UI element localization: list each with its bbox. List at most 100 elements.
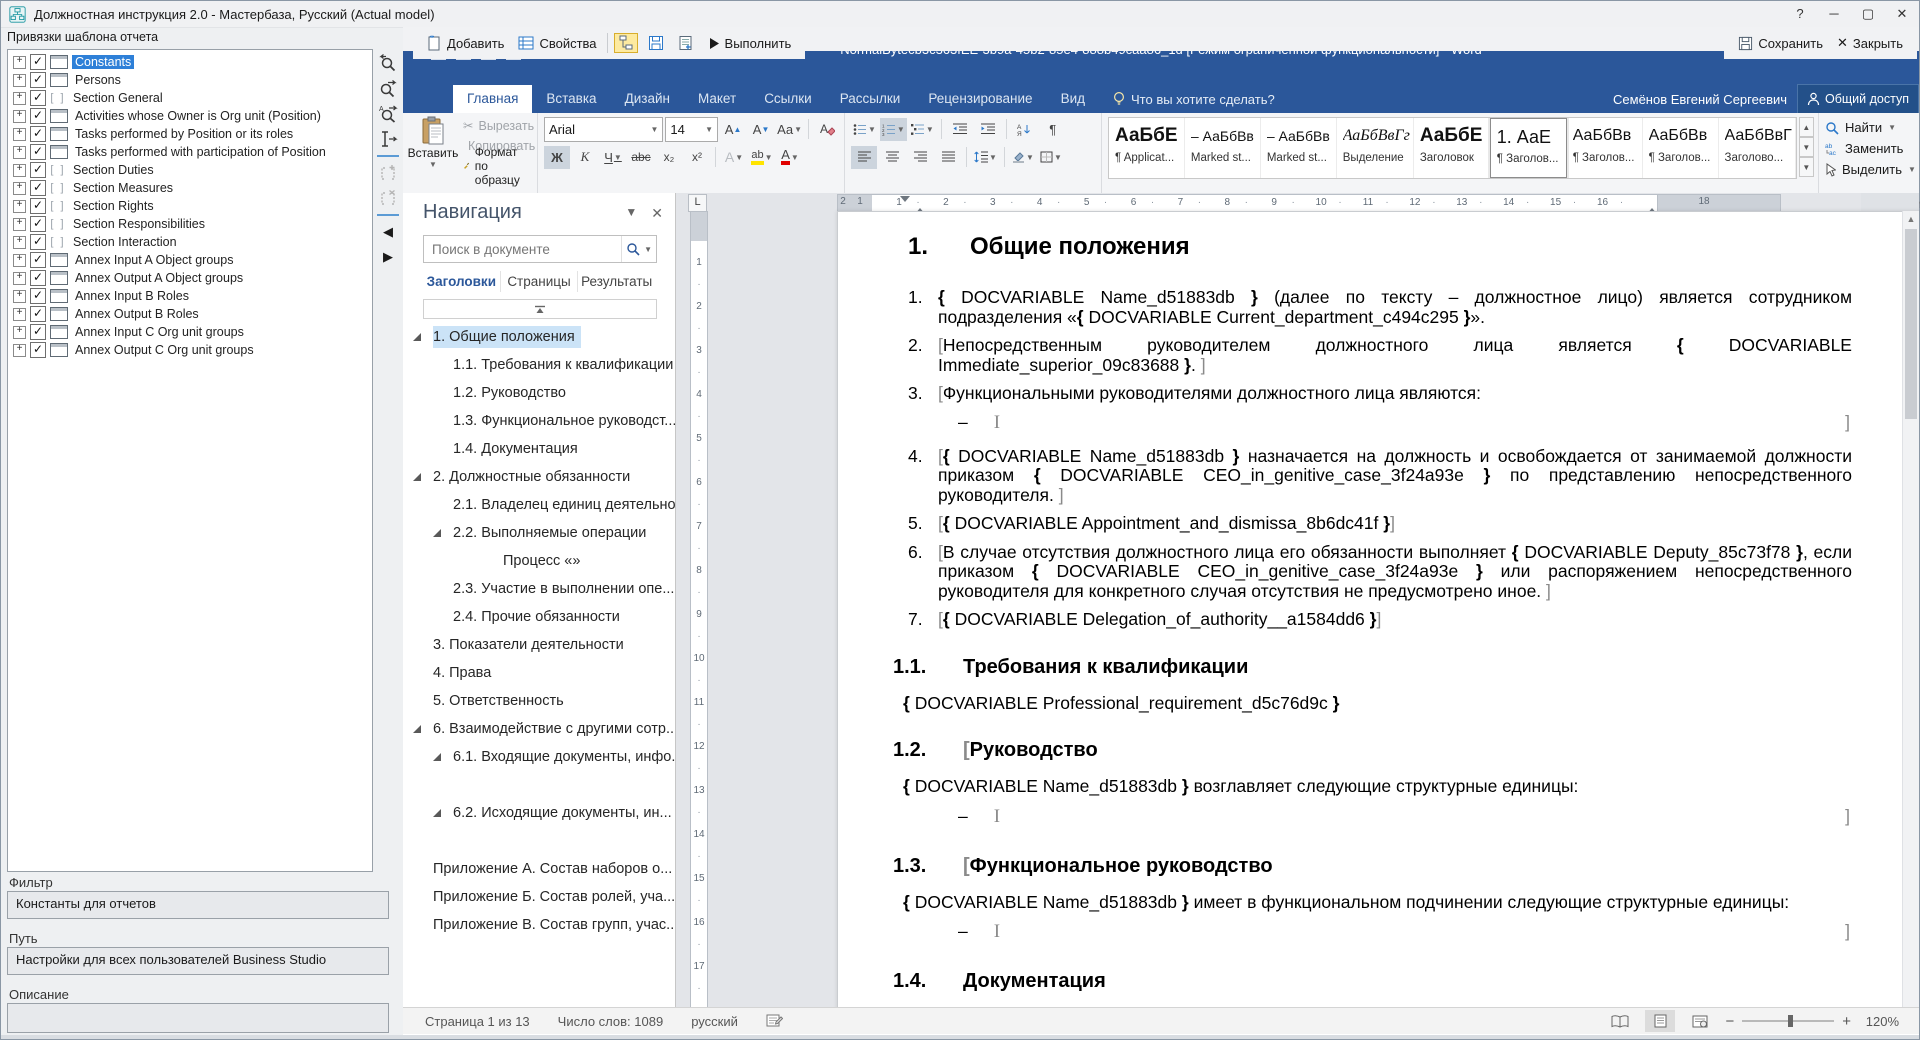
nav-item[interactable]: 1.2. Руководство: [403, 379, 675, 407]
close-document-button[interactable]: ✕ Закрыть: [1833, 33, 1907, 53]
document-page[interactable]: 1.Общие положения1.{ DOCVARIABLE Name_d5…: [837, 211, 1919, 1007]
minimize-button[interactable]: ─: [1817, 2, 1851, 26]
style-card[interactable]: 1. АаЕ¶ Заголов...: [1490, 118, 1567, 178]
first-line-indent-marker[interactable]: [900, 196, 910, 207]
tab-Вставка[interactable]: Вставка: [532, 85, 610, 113]
tree-item[interactable]: +✓[ ]Section Rights: [8, 197, 372, 215]
style-card[interactable]: АаБбВвГЗаголово...: [1719, 118, 1796, 178]
shading-button[interactable]: ▼: [1010, 146, 1036, 169]
nav-item[interactable]: 2.3. Участие в выполнении опе...: [403, 575, 675, 603]
numbering-button[interactable]: 123▼: [880, 118, 907, 141]
nav-item[interactable]: 1. Общие положения: [403, 323, 675, 351]
text-effects-button[interactable]: A▼: [721, 146, 747, 169]
bold-button[interactable]: Ж: [544, 146, 570, 169]
tab-Рассылки[interactable]: Рассылки: [826, 85, 915, 113]
tree-item[interactable]: +✓Annex Input C Org unit groups: [8, 323, 372, 341]
expand-icon[interactable]: +: [13, 182, 26, 195]
nav-item[interactable]: 2.4. Прочие обязанности: [403, 603, 675, 631]
paste-button[interactable]: Вставить ▼: [409, 116, 457, 174]
subscript-button[interactable]: x₂: [656, 146, 682, 169]
find-next-binding-icon[interactable]: [376, 78, 400, 100]
description-field[interactable]: [7, 1003, 389, 1033]
tab-Рецензирование[interactable]: Рецензирование: [914, 85, 1046, 113]
style-card[interactable]: АаБбЕ¶ Applicat...: [1109, 118, 1185, 178]
style-card[interactable]: АаБбВв¶ Заголов...: [1643, 118, 1719, 178]
borders-button[interactable]: ▼: [1038, 146, 1064, 169]
tree-item[interactable]: +✓[ ]Section Duties: [8, 161, 372, 179]
read-mode-button[interactable]: [1605, 1010, 1635, 1032]
nav-item[interactable]: Приложение А. Состав наборов о...: [403, 855, 675, 883]
change-case-button[interactable]: Aa▼: [776, 118, 803, 141]
tree-item[interactable]: +✓[ ]Section Measures: [8, 179, 372, 197]
tree-item[interactable]: +✓Annex Output B Roles: [8, 305, 372, 323]
nav-item[interactable]: 1.1. Требования к квалификации: [403, 351, 675, 379]
print-layout-button[interactable]: [1645, 1010, 1675, 1032]
page-indicator[interactable]: Страница 1 из 13: [425, 1014, 530, 1029]
tree-item[interactable]: +✓[ ]Section General: [8, 89, 372, 107]
checkbox[interactable]: ✓: [30, 162, 46, 178]
tree-item[interactable]: +✓Tasks performed with participation of …: [8, 143, 372, 161]
run-button[interactable]: Выполнить: [704, 34, 796, 53]
close-button[interactable]: ✕: [1885, 2, 1919, 26]
font-color-button[interactable]: А▼: [777, 146, 803, 169]
cut-button[interactable]: ✂ Вырезать: [461, 116, 533, 135]
superscript-button[interactable]: x²: [684, 146, 710, 169]
nav-item[interactable]: 1.4. Документация: [403, 435, 675, 463]
zoom-slider[interactable]: [1742, 1020, 1834, 1022]
nav-item[interactable]: 6.2. Исходящие документы, ин...: [403, 799, 675, 827]
nav-options-icon[interactable]: ▼: [625, 205, 637, 222]
replace-button[interactable]: abac Заменить: [1825, 139, 1920, 158]
tree-view-toggle[interactable]: [614, 33, 638, 53]
align-right-button[interactable]: [907, 146, 933, 169]
tree-item[interactable]: +✓[ ]Section Responsibilities: [8, 215, 372, 233]
checkbox[interactable]: ✓: [30, 126, 46, 142]
word-count[interactable]: Число слов: 1089: [558, 1014, 664, 1029]
nav-search-box[interactable]: Поиск в документе ▼: [423, 235, 657, 263]
proofing-status-icon[interactable]: [766, 1014, 783, 1028]
properties-button[interactable]: Свойства: [514, 34, 600, 53]
scrollbar-thumb[interactable]: [1905, 229, 1917, 419]
expand-icon[interactable]: +: [13, 290, 26, 303]
nav-item[interactable]: 4. Права: [403, 659, 675, 687]
tree-item[interactable]: +✓Annex Output A Object groups: [8, 269, 372, 287]
expand-icon[interactable]: +: [13, 272, 26, 285]
checkbox[interactable]: ✓: [30, 252, 46, 268]
checkbox[interactable]: ✓: [30, 234, 46, 250]
nav-tab-Результаты[interactable]: Результаты: [578, 271, 655, 292]
maximize-button[interactable]: ▢: [1851, 2, 1885, 26]
collapse-triangle-icon[interactable]: [413, 473, 421, 481]
find-text-binding-icon[interactable]: A: [376, 103, 400, 125]
horizontal-ruler[interactable]: 211·2·3·4·5·6·7·8·9·10·11·12·13·14·15·16…: [837, 194, 1779, 210]
expand-icon[interactable]: +: [13, 326, 26, 339]
shrink-font-button[interactable]: A▼: [748, 118, 774, 141]
help-button[interactable]: ?: [1783, 2, 1817, 26]
zoom-out-icon[interactable]: −: [1725, 1013, 1734, 1030]
tree-item[interactable]: +✓Annex Input B Roles: [8, 287, 372, 305]
strikethrough-button[interactable]: abc: [628, 146, 654, 169]
decrease-indent-button[interactable]: [947, 118, 973, 141]
zoom-in-icon[interactable]: +: [1842, 1013, 1851, 1030]
style-card[interactable]: АаБбЕЗаголовок: [1414, 118, 1490, 178]
expand-panel-icon[interactable]: ▶: [376, 246, 400, 268]
tree-item[interactable]: +✓Annex Output C Org unit groups: [8, 341, 372, 359]
nav-search-dropdown-icon[interactable]: ▼: [644, 245, 652, 254]
checkbox[interactable]: ✓: [30, 72, 46, 88]
style-card[interactable]: АаБбВвГгВыделение: [1337, 118, 1414, 178]
nav-search-icon[interactable]: [626, 242, 640, 256]
nav-item[interactable]: 2.1. Владелец единиц деятельно...: [403, 491, 675, 519]
nav-close-icon[interactable]: ✕: [651, 205, 663, 222]
expand-icon[interactable]: +: [13, 200, 26, 213]
align-left-button[interactable]: [851, 146, 877, 169]
tree-item[interactable]: +✓Persons: [8, 71, 372, 89]
nav-item[interactable]: Процесс «»: [403, 547, 675, 575]
grow-font-button[interactable]: A▲: [720, 118, 746, 141]
find-previous-binding-icon[interactable]: [376, 53, 400, 75]
checkbox[interactable]: ✓: [30, 54, 46, 70]
tab-Дизайн[interactable]: Дизайн: [611, 85, 684, 113]
collapse-triangle-icon[interactable]: [433, 809, 441, 817]
checkbox[interactable]: ✓: [30, 198, 46, 214]
expand-icon[interactable]: +: [13, 56, 26, 69]
bullets-button[interactable]: ▼: [851, 118, 878, 141]
tree-item[interactable]: +✓Tasks performed by Position or its rol…: [8, 125, 372, 143]
find-button[interactable]: Найти ▼: [1825, 118, 1920, 137]
